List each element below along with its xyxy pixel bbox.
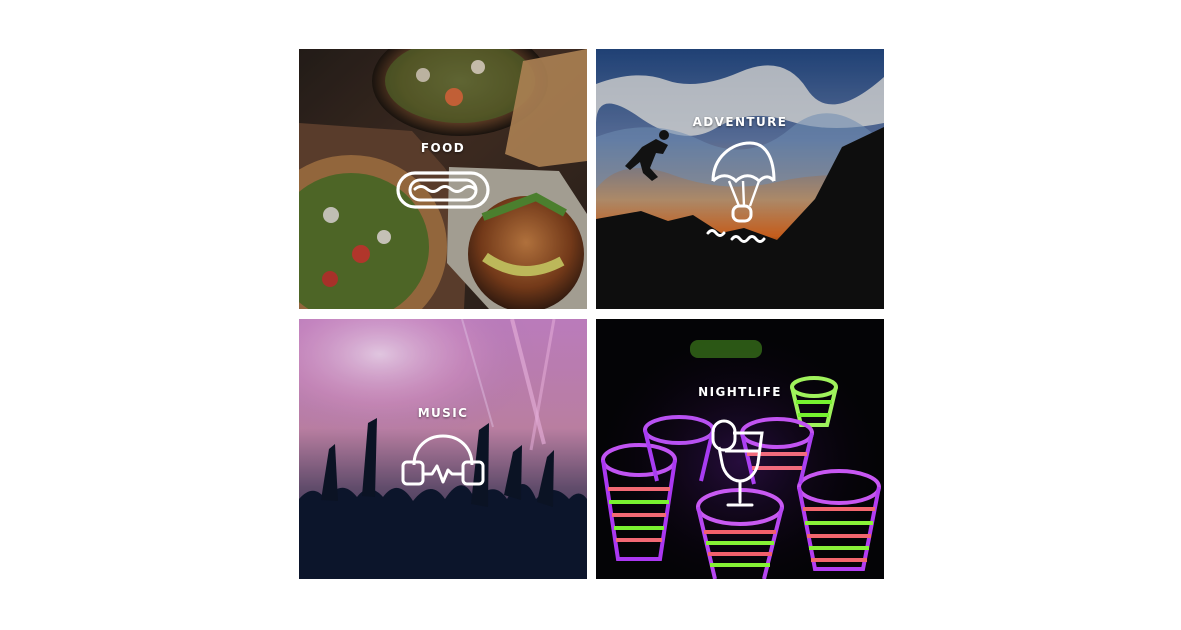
parachute-icon — [705, 139, 776, 247]
nightlife-tile[interactable]: NIGHTLIFE — [596, 319, 884, 579]
music-tile[interactable]: MUSIC — [299, 319, 587, 579]
food-tile[interactable]: FOOD — [299, 49, 587, 309]
cocktail-icon — [710, 413, 770, 509]
nightlife-label: NIGHTLIFE — [698, 385, 782, 399]
food-label: FOOD — [420, 141, 466, 155]
adventure-tile[interactable]: ADVENTURE — [596, 49, 884, 309]
music-label: MUSIC — [417, 406, 469, 420]
hotdog-icon — [395, 165, 491, 215]
category-grid: FOOD ADVENTURE MUSIC NIGHTLIFE — [299, 49, 884, 580]
headphones-icon — [400, 431, 486, 487]
adventure-label: ADVENTURE — [692, 115, 788, 129]
